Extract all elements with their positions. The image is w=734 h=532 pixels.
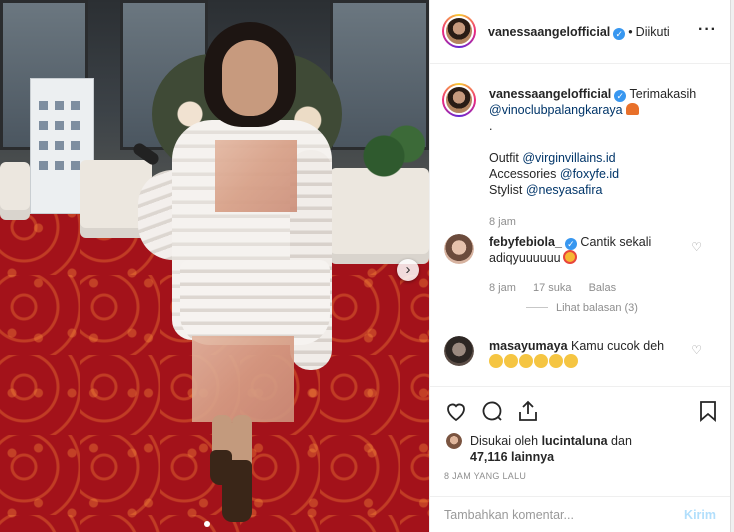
bookmark-icon[interactable] [696, 399, 720, 423]
likes-suffix[interactable]: lainnya [511, 450, 554, 464]
author-avatar[interactable] [442, 14, 476, 48]
caption-avatar[interactable] [442, 83, 476, 117]
chevron-right-icon[interactable]: › [397, 259, 419, 281]
photo-sofa [330, 168, 429, 264]
header-line: vanessaangelofficial ✓ • Diikuti [488, 25, 670, 40]
likes-count[interactable]: 47,116 [470, 450, 508, 464]
comment-time[interactable]: 8 jam [489, 282, 516, 294]
author-username[interactable]: vanessaangelofficial [488, 25, 610, 39]
add-comment-bar: Kirim [430, 496, 730, 532]
post-comment-button[interactable]: Kirim [684, 508, 716, 522]
share-icon[interactable] [516, 399, 540, 423]
comment-item: masayumaya Kamu cucok deh [489, 338, 709, 370]
comment-item: febyfebiola_ ✓ Cantik sekali adiqyuuuuuu … [489, 234, 709, 296]
comment-avatar[interactable] [444, 336, 474, 366]
photo-plant [354, 120, 429, 180]
orange-heart-icon [625, 103, 639, 115]
caption-dot: . [489, 119, 493, 133]
comment-input[interactable] [444, 506, 664, 524]
comment-heart-icon[interactable]: ♡ [691, 343, 702, 357]
accessories-label: Accessories [489, 167, 557, 181]
outfit-label: Outfit [489, 151, 519, 165]
caption-meta: 8 jam [489, 214, 709, 230]
comment-reply-button[interactable]: Balas [589, 282, 617, 294]
heart-eyes-emoji-icon [562, 250, 577, 264]
photo-skirt [180, 260, 330, 345]
clap-emoji-icon [534, 354, 548, 368]
caption: vanessaangelofficial ✓ Terimakasih @vinoc… [489, 86, 709, 230]
clap-emoji-icon [519, 354, 533, 368]
post-timestamp[interactable]: 8 JAM YANG LALU [444, 471, 526, 481]
carousel-dot [204, 521, 210, 527]
likes-text: Disukai oleh lucintaluna dan 47,116 lain… [470, 433, 632, 465]
comment-avatar[interactable] [444, 234, 474, 264]
clap-emoji-icon [564, 354, 578, 368]
accessories-mention[interactable]: @foxyfe.id [560, 167, 619, 181]
clap-emoji-icon [504, 354, 518, 368]
liker-username[interactable]: lucintaluna [542, 434, 608, 448]
clap-emoji-icon [489, 354, 503, 368]
view-replies-button[interactable]: Lihat balasan (3) [526, 302, 638, 314]
comment-text: Kamu cucok deh [571, 339, 665, 353]
verified-badge-icon: ✓ [614, 90, 627, 102]
caption-username[interactable]: vanessaangelofficial [489, 87, 611, 101]
replies-line [526, 307, 548, 308]
photo-sofa [0, 162, 30, 220]
comment-username[interactable]: febyfebiola_ [489, 235, 562, 249]
liker-avatar[interactable] [446, 433, 462, 449]
comment-meta: 8 jam 17 suka Balas [489, 280, 709, 296]
caption-intro: Terimakasih [629, 87, 697, 101]
clap-emoji-icon [549, 354, 563, 368]
action-bar [430, 386, 730, 428]
censor-blur [215, 140, 297, 212]
photo-boot [222, 460, 252, 522]
post-photo[interactable]: › [0, 0, 429, 532]
likes-summary: Disukai oleh lucintaluna dan 47,116 lain… [430, 428, 730, 468]
verified-badge-icon: ✓ [564, 238, 577, 250]
stylist-label: Stylist [489, 183, 523, 197]
post-header: vanessaangelofficial ✓ • Diikuti ··· [430, 0, 730, 64]
caption-mention[interactable]: @vinoclubpalangkaraya [489, 103, 623, 117]
likes-prefix: Disukai oleh [470, 434, 539, 448]
comment-heart-icon[interactable]: ♡ [691, 240, 702, 254]
post-side-panel: vanessaangelofficial ✓ • Diikuti ··· vaness… [429, 0, 731, 532]
follow-button[interactable]: Diikuti [636, 25, 670, 39]
more-icon[interactable]: ··· [698, 21, 717, 39]
stylist-mention[interactable]: @nesyasafira [526, 183, 603, 197]
heart-icon[interactable] [444, 399, 468, 423]
comment-icon[interactable] [480, 399, 504, 423]
separator-dot: • [628, 25, 633, 39]
caption-time[interactable]: 8 jam [489, 216, 516, 228]
view-replies-label: Lihat balasan (3) [556, 302, 638, 314]
censor-blur [192, 336, 294, 422]
comments-section[interactable]: vanessaangelofficial ✓ Terimakasih @vinoc… [430, 64, 730, 386]
comment-likes[interactable]: 17 suka [533, 282, 572, 294]
comment-username[interactable]: masayumaya [489, 339, 568, 353]
photo-face [222, 40, 278, 116]
likes-joiner: dan [611, 434, 632, 448]
verified-badge-icon: ✓ [613, 28, 626, 40]
outfit-mention[interactable]: @virginvillains.id [522, 151, 615, 165]
